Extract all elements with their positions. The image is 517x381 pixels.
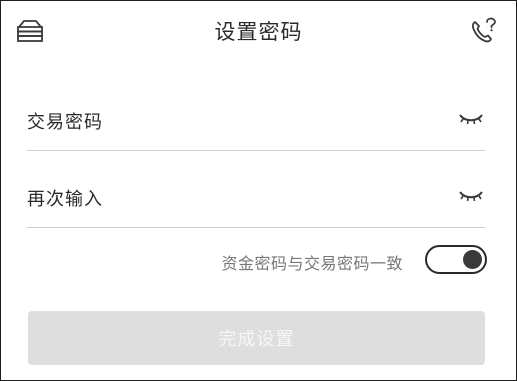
trade-password-input[interactable] <box>137 103 441 139</box>
sync-password-row: 资金密码与交易密码一致 <box>27 243 487 279</box>
toggle-knob <box>463 250 482 269</box>
phone-help-button[interactable] <box>469 17 499 45</box>
page-title: 设置密码 <box>214 20 303 44</box>
eye-closed-icon <box>458 189 484 208</box>
top-bar: 设置密码 <box>1 1 516 63</box>
trade-password-label: 交易密码 <box>27 112 103 133</box>
toggle-visibility-button[interactable] <box>458 188 484 204</box>
finish-setup-button[interactable]: 完成设置 <box>28 311 485 365</box>
eye-closed-icon <box>458 112 484 131</box>
divider <box>27 227 485 228</box>
confirm-password-row: 再次输入 <box>27 170 485 228</box>
divider <box>27 150 485 151</box>
app-screen: 设置密码 交易密码 再次输入 资金密码与交易密码一致 完成设置 <box>0 0 517 381</box>
toggle-visibility-button[interactable] <box>458 111 484 127</box>
confirm-password-input[interactable] <box>137 180 441 216</box>
phone-help-icon <box>469 17 499 49</box>
sync-password-label: 资金密码与交易密码一致 <box>221 254 403 273</box>
trade-password-row: 交易密码 <box>27 93 485 151</box>
sync-password-toggle[interactable] <box>425 245 487 274</box>
confirm-password-label: 再次输入 <box>27 189 103 210</box>
